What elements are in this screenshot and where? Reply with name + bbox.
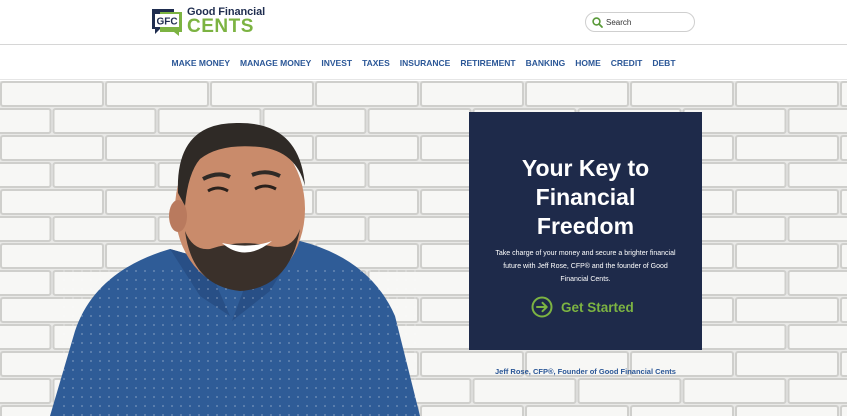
nav-item-banking[interactable]: BANKING — [526, 58, 566, 68]
arrow-right-circle-icon — [531, 296, 553, 318]
nav-item-taxes[interactable]: TAXES — [362, 58, 390, 68]
search-icon — [592, 17, 603, 28]
logo-name-line2: CENTS — [187, 16, 254, 37]
site-header: GFC Good Financial CENTS — [0, 0, 847, 45]
nav-item-debt[interactable]: DEBT — [652, 58, 675, 68]
nav-item-manage-money[interactable]: MANAGE MONEY — [240, 58, 311, 68]
get-started-button[interactable]: Get Started — [531, 295, 651, 319]
nav-item-credit[interactable]: CREDIT — [611, 58, 643, 68]
hero-card: Your Key to Financial Freedom Take charg… — [469, 112, 702, 350]
site-logo[interactable]: GFC Good Financial CENTS — [150, 6, 265, 38]
nav-item-make-money[interactable]: MAKE MONEY — [171, 58, 230, 68]
nav-item-insurance[interactable]: INSURANCE — [400, 58, 451, 68]
nav-item-retirement[interactable]: RETIREMENT — [460, 58, 515, 68]
search-input[interactable] — [606, 14, 690, 30]
logo-mark-icon: GFC — [152, 9, 182, 36]
nav-item-home[interactable]: HOME — [575, 58, 601, 68]
search-box[interactable] — [585, 12, 695, 32]
hero-title: Your Key to Financial Freedom — [521, 155, 650, 239]
hero-section: Your Key to Financial Freedom Take charg… — [0, 81, 847, 416]
get-started-label: Get Started — [561, 299, 634, 315]
logo-mark-text: GFC — [156, 17, 177, 28]
nav-item-invest[interactable]: INVEST — [321, 58, 352, 68]
main-nav: MAKE MONEY MANAGE MONEY INVEST TAXES INS… — [0, 46, 847, 80]
founder-photo — [50, 122, 420, 416]
photo-caption: Jeff Rose, CFP®, Founder of Good Financi… — [495, 367, 676, 376]
hero-description: Take charge of your money and secure a b… — [495, 250, 676, 283]
